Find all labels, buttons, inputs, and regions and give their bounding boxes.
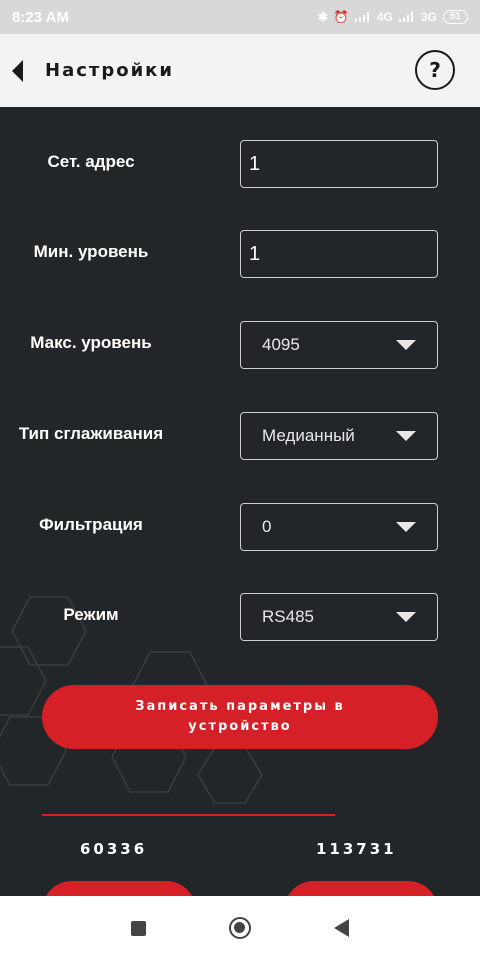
net-address-label: Сет. адрес xyxy=(47,152,135,171)
signal-icon-2 xyxy=(398,12,415,22)
signal-icon xyxy=(354,12,371,22)
page-title: Настройки xyxy=(45,60,175,81)
max-level-value: 4095 xyxy=(262,335,300,354)
mode-select[interactable]: RS485 xyxy=(240,593,438,641)
setting-row-filtration: Фильтрация 0 xyxy=(0,503,480,551)
help-icon: ? xyxy=(429,58,441,82)
setting-row-mode: Режим RS485 xyxy=(0,593,480,641)
status-icons: ✱ ⏰ 4G 3G 51 xyxy=(318,10,468,24)
back-arrow-icon[interactable] xyxy=(12,59,23,82)
setting-row-max-level: Макс. уровень 4095 xyxy=(0,321,480,369)
counter-left: 60336 xyxy=(80,840,148,858)
settings-content: Сет. адрес 1 Мин. уровень 1 Макс. уровен… xyxy=(0,107,480,896)
chevron-down-icon xyxy=(396,522,416,532)
bottom-left-button[interactable] xyxy=(42,881,196,896)
chevron-down-icon xyxy=(396,431,416,441)
system-nav-bar xyxy=(0,896,480,960)
status-bar: 8:23 AM ✱ ⏰ 4G 3G 51 xyxy=(0,0,480,34)
write-parameters-label: Записать параметры в устройство xyxy=(135,699,345,734)
help-button[interactable]: ? xyxy=(415,50,455,90)
write-parameters-button[interactable]: Записать параметры в устройство xyxy=(42,685,438,749)
net-address-input[interactable]: 1 xyxy=(240,140,438,188)
battery-icon: 51 xyxy=(442,10,468,24)
max-level-select[interactable]: 4095 xyxy=(240,321,438,369)
status-time: 8:23 AM xyxy=(12,8,69,26)
bluetooth-icon: ✱ xyxy=(317,10,328,24)
mode-value: RS485 xyxy=(262,607,314,626)
filtration-label: Фильтрация xyxy=(39,515,143,534)
smoothing-type-value: Медианный xyxy=(262,426,355,445)
recents-icon[interactable] xyxy=(131,920,147,936)
max-level-label: Макс. уровень xyxy=(30,333,152,352)
filtration-select[interactable]: 0 xyxy=(240,503,438,551)
home-icon[interactable] xyxy=(228,917,251,939)
setting-row-smoothing-type: Тип сглаживания Медианный xyxy=(0,412,480,460)
smoothing-type-select[interactable]: Медианный xyxy=(240,412,438,460)
counter-right: 113731 xyxy=(316,840,397,858)
red-divider xyxy=(42,814,335,816)
hexagon-background xyxy=(0,596,263,804)
setting-row-net-address: Сет. адрес 1 xyxy=(0,140,480,188)
setting-row-min-level: Мин. уровень 1 xyxy=(0,230,480,278)
chevron-down-icon xyxy=(396,340,416,350)
back-icon[interactable] xyxy=(333,919,349,937)
min-level-input[interactable]: 1 xyxy=(240,230,438,278)
alarm-icon: ⏰ xyxy=(333,10,349,24)
filtration-value: 0 xyxy=(262,517,272,536)
bottom-right-button[interactable] xyxy=(284,881,438,896)
min-level-label: Мин. уровень xyxy=(33,242,149,261)
network-type-2: 3G xyxy=(420,10,437,24)
mode-label: Режим xyxy=(63,605,119,624)
app-bar: Настройки ? xyxy=(0,34,480,107)
network-type-1: 4G xyxy=(376,10,393,24)
smoothing-type-label: Тип сглаживания xyxy=(18,424,164,443)
chevron-down-icon xyxy=(396,612,416,622)
